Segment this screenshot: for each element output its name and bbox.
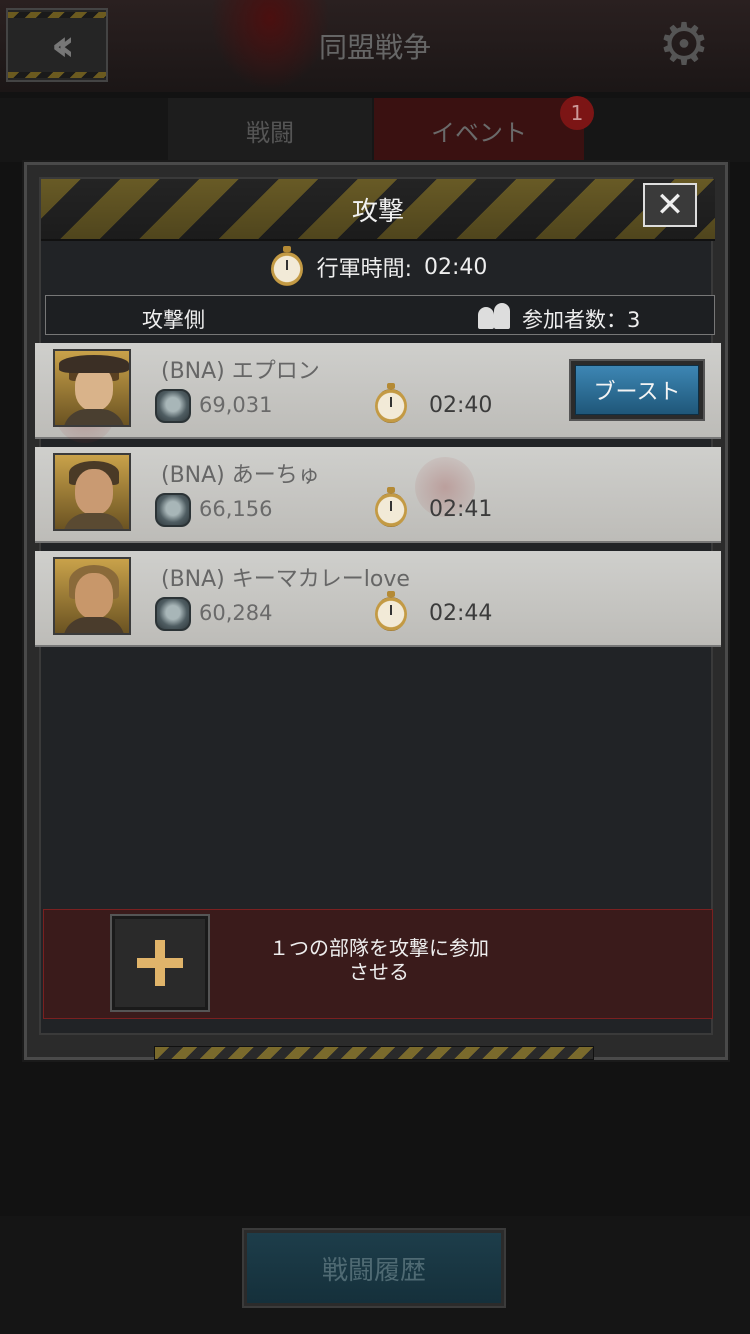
hazard-stripe — [154, 1046, 594, 1060]
dialog-title: 攻撃 — [351, 197, 404, 227]
dialog-header: 攻撃 ✕ — [41, 179, 715, 241]
participants-icon — [474, 301, 514, 329]
plus-icon — [137, 940, 183, 986]
hazard-stripe — [8, 72, 106, 78]
member-march-time: 02:44 — [429, 601, 493, 626]
member-row: (BNA) キーマカレーlove 60,284 02:44 — [35, 551, 721, 647]
join-attack-text: １つの部隊を攻撃に参加 させる — [234, 936, 524, 984]
member-row: (BNA) エプロン 69,031 02:40 ブースト — [35, 343, 721, 443]
pocket-watch-icon — [373, 383, 409, 425]
march-time-label: 行軍時間: — [316, 257, 412, 282]
member-name: (BNA) あーちゅ — [161, 463, 320, 488]
attack-dialog: 攻撃 ✕ 行軍時間: 02:40 攻撃側 参加者数：3 (BNA) エプロン 6… — [24, 162, 728, 1060]
march-time-row: 行軍時間: 02:40 — [41, 241, 715, 293]
member-power: 69,031 — [199, 393, 273, 417]
close-icon: ✕ — [655, 185, 685, 225]
close-button[interactable]: ✕ — [643, 183, 697, 227]
attacker-side-label: 攻撃側 — [142, 308, 205, 332]
member-march-time: 02:40 — [429, 393, 493, 418]
troop-power-icon — [155, 389, 191, 423]
avatar — [53, 349, 131, 427]
participant-count: 参加者数：3 — [522, 308, 641, 332]
join-text-line1: １つの部隊を攻撃に参加 — [269, 936, 489, 960]
screen-title: 同盟戦争 — [318, 31, 431, 64]
member-power: 60,284 — [199, 601, 273, 625]
troop-power-icon — [155, 597, 191, 631]
member-march-time: 02:41 — [429, 497, 493, 522]
tab-bar: 戦闘 イベント — [0, 98, 750, 162]
tab-event[interactable]: イベント — [374, 98, 584, 162]
tab-battle[interactable]: 戦闘 — [168, 98, 372, 162]
pocket-watch-icon — [373, 487, 409, 529]
march-time-value: 02:40 — [424, 254, 488, 280]
troop-power-icon — [155, 493, 191, 527]
dialog-body: 攻撃 ✕ 行軍時間: 02:40 攻撃側 参加者数：3 (BNA) エプロン 6… — [35, 177, 721, 1035]
hazard-stripe — [8, 12, 106, 18]
pocket-watch-icon — [269, 246, 305, 288]
member-name: (BNA) キーマカレーlove — [161, 567, 410, 592]
member-name: (BNA) エプロン — [161, 359, 320, 384]
add-troop-button[interactable] — [110, 914, 210, 1012]
attacker-side-bar: 攻撃側 参加者数：3 — [45, 295, 715, 335]
avatar — [53, 557, 131, 635]
member-row: (BNA) あーちゅ 66,156 02:41 — [35, 447, 721, 543]
pocket-watch-icon — [373, 591, 409, 633]
avatar — [53, 453, 131, 531]
boost-button[interactable]: ブースト — [569, 359, 705, 421]
notification-badge: 1 — [560, 96, 594, 130]
gear-icon[interactable]: ⚙ — [652, 12, 716, 76]
boost-button-label: ブースト — [575, 365, 699, 415]
battle-history-button[interactable]: 戦闘履歴 — [242, 1228, 506, 1308]
join-attack-panel: １つの部隊を攻撃に参加 させる — [43, 909, 713, 1019]
member-power: 66,156 — [199, 497, 273, 521]
join-text-line2: させる — [349, 960, 409, 984]
